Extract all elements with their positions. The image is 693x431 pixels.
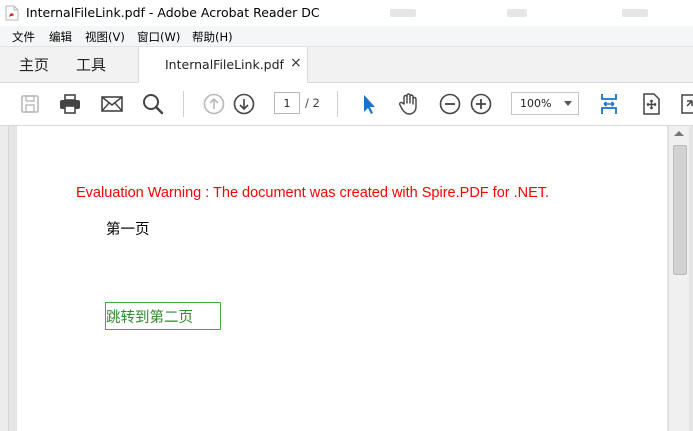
pdf-page: [17, 126, 667, 431]
page-heading: 第一页: [106, 222, 150, 238]
evaluation-warning: Evaluation Warning : The document was cr…: [76, 185, 550, 201]
menu-view[interactable]: 视图(V): [85, 29, 125, 45]
chevron-down-icon: [564, 101, 572, 106]
tab-document-label: InternalFileLink.pdf: [165, 57, 284, 72]
internal-link-text: 跳转到第二页: [106, 310, 193, 326]
title-bar-blur: [622, 9, 648, 17]
menu-edit[interactable]: 编辑: [49, 29, 72, 45]
menu-file[interactable]: 文件: [12, 29, 35, 45]
tab-document[interactable]: InternalFileLink.pdf ×: [138, 47, 308, 83]
hand-tool-icon[interactable]: [396, 91, 422, 117]
tab-home[interactable]: 主页: [19, 54, 49, 75]
zoom-in-icon[interactable]: [468, 91, 494, 117]
tab-tools[interactable]: 工具: [76, 54, 106, 75]
vertical-scrollbar[interactable]: [668, 126, 690, 431]
left-panel-edge: [0, 126, 9, 431]
email-icon[interactable]: [99, 91, 125, 117]
print-icon[interactable]: [57, 91, 83, 117]
title-bar-blur: [390, 9, 416, 17]
toolbar-separator: [337, 91, 338, 117]
toolbar-separator: [183, 91, 184, 117]
title-bar-blur: [507, 9, 527, 17]
menu-bar: 文件 编辑 视图(V) 窗口(W) 帮助(H): [0, 26, 693, 47]
window-edge: [689, 126, 693, 431]
zoom-select[interactable]: 100%: [511, 92, 579, 115]
page-number-input[interactable]: 1: [274, 92, 300, 114]
window-title: InternalFileLink.pdf - Adobe Acrobat Rea…: [26, 5, 320, 20]
more-tools-icon[interactable]: [678, 91, 693, 117]
page-total: / 2: [305, 96, 320, 110]
zoom-value: 100%: [520, 97, 552, 110]
fit-page-icon[interactable]: [596, 91, 622, 117]
pdf-file-icon: [5, 5, 19, 21]
internal-link[interactable]: 跳转到第二页: [105, 302, 221, 330]
zoom-out-icon[interactable]: [437, 91, 463, 117]
scroll-thumb[interactable]: [673, 145, 687, 275]
tab-bar: 主页 工具 InternalFileLink.pdf ×: [0, 47, 693, 83]
previous-page-icon[interactable]: [201, 91, 227, 117]
next-page-icon[interactable]: [231, 91, 257, 117]
select-pointer-icon[interactable]: [355, 91, 381, 117]
scroll-up-icon[interactable]: [674, 131, 684, 136]
menu-help[interactable]: 帮助(H): [192, 29, 233, 45]
close-tab-icon[interactable]: ×: [290, 55, 302, 71]
menu-window[interactable]: 窗口(W): [137, 29, 180, 45]
search-icon[interactable]: [140, 91, 166, 117]
save-icon[interactable]: [17, 91, 43, 117]
rotate-view-icon[interactable]: [638, 91, 664, 117]
toolbar: 1 / 2 100%: [0, 83, 693, 126]
title-bar: InternalFileLink.pdf - Adobe Acrobat Rea…: [0, 0, 693, 26]
